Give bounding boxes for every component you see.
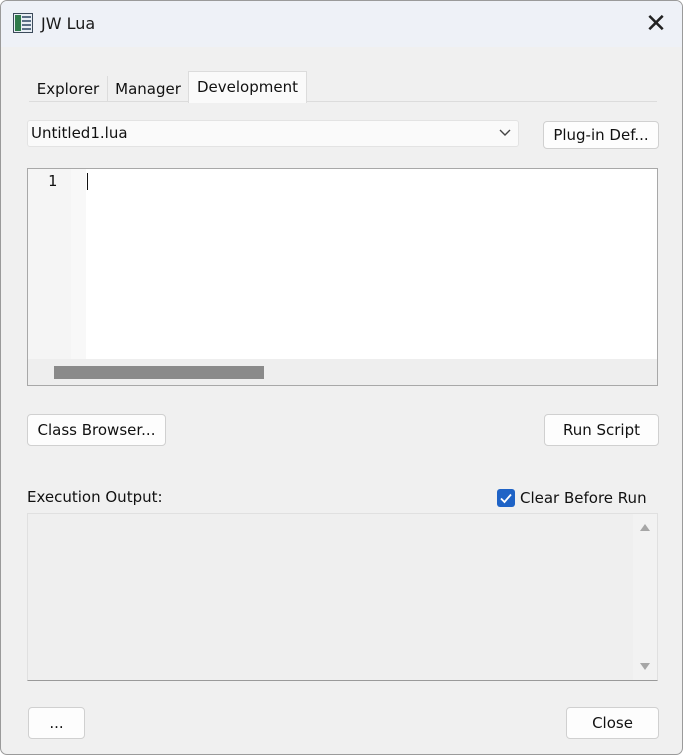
title-bar[interactable]: JW Lua ✕	[1, 1, 682, 47]
vertical-scrollbar[interactable]	[633, 514, 657, 680]
close-button[interactable]: Close	[566, 707, 659, 739]
close-icon[interactable]: ✕	[641, 9, 671, 39]
execution-output-area[interactable]	[27, 513, 658, 681]
window-title: JW Lua	[41, 14, 96, 33]
tab-manager[interactable]: Manager	[108, 76, 188, 102]
clear-before-run-label[interactable]: Clear Before Run	[520, 489, 647, 507]
dialog-window: JW Lua ✕ Explorer Manager Development Un…	[0, 0, 683, 755]
fold-margin	[71, 169, 86, 359]
chevron-down-icon[interactable]	[498, 126, 512, 140]
scroll-down-arrow-icon[interactable]	[640, 663, 650, 670]
scroll-up-arrow-icon[interactable]	[640, 524, 650, 531]
script-select-value: Untitled1.lua	[31, 124, 128, 142]
script-select[interactable]: Untitled1.lua	[27, 120, 519, 147]
more-options-button[interactable]: ...	[28, 707, 85, 739]
class-browser-button[interactable]: Class Browser...	[27, 414, 166, 446]
line-number: 1	[48, 172, 58, 190]
script-editor[interactable]: 1	[27, 168, 658, 386]
run-script-button[interactable]: Run Script	[544, 414, 659, 446]
plugin-def-button[interactable]: Plug-in Def...	[543, 121, 659, 149]
horizontal-scroll-thumb[interactable]	[54, 366, 264, 379]
line-number-gutter: 1	[28, 169, 71, 359]
tab-development[interactable]: Development	[188, 71, 307, 103]
execution-output-label: Execution Output:	[27, 488, 163, 506]
text-caret	[87, 173, 88, 190]
tab-explorer[interactable]: Explorer	[29, 76, 108, 102]
clear-before-run-checkbox[interactable]	[497, 489, 515, 507]
horizontal-scrollbar[interactable]	[28, 359, 657, 385]
jw-lua-app-icon	[13, 13, 33, 33]
checkmark-icon	[500, 493, 512, 504]
